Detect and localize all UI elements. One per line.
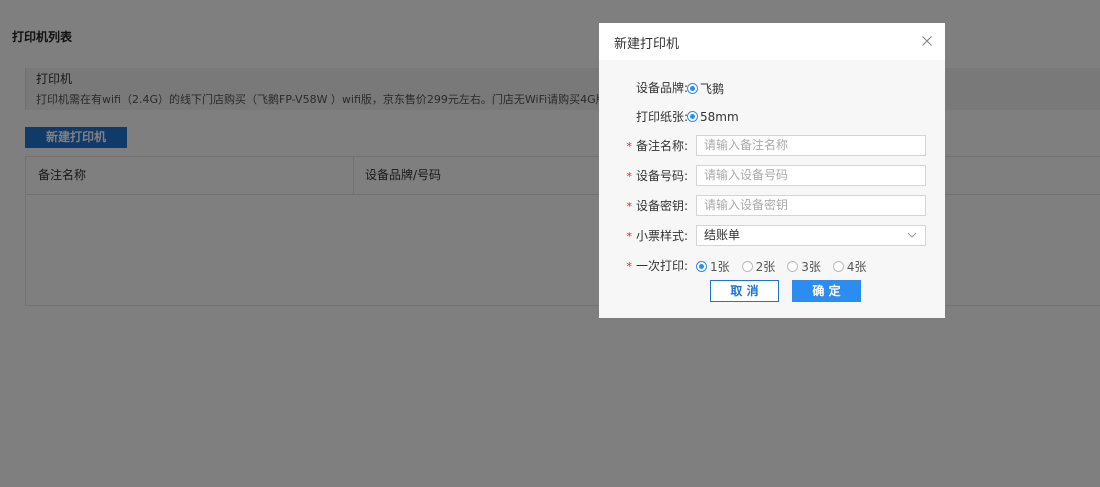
sn-label: * 设备号码: [626, 167, 688, 184]
sn-label-text: 设备号码: [635, 169, 688, 183]
key-input[interactable]: 请输入设备密钥 [696, 195, 926, 216]
copies-options: 1张 2张 3张 4张 [696, 258, 879, 275]
brand-radio[interactable]: 飞鹅 [687, 80, 724, 97]
style-label-text: 小票样式: [635, 229, 688, 243]
brand-value: 飞鹅 [700, 82, 725, 96]
key-row: * 设备密钥: 请输入设备密钥 [599, 194, 945, 216]
copies-option-2[interactable]: 2张 [741, 258, 776, 275]
radio-checked-icon [687, 111, 698, 122]
style-select[interactable]: 结账单 [696, 225, 926, 246]
name-input[interactable]: 请输入备注名称 [696, 135, 926, 156]
copies-option-4[interactable]: 4张 [832, 258, 867, 275]
key-label-text: 设备密钥: [635, 199, 688, 213]
sn-input[interactable]: 请输入设备号码 [696, 165, 926, 186]
close-icon[interactable] [919, 33, 935, 49]
paper-value: 58mm [700, 109, 739, 124]
brand-row: 设备品牌: 飞鹅 [599, 76, 945, 98]
style-value: 结账单 [704, 228, 741, 242]
required-mark: * [626, 260, 632, 273]
radio-checked-icon [687, 83, 698, 94]
copies-option-1[interactable]: 1张 [696, 258, 730, 275]
radio-unchecked-icon [787, 261, 799, 272]
name-label-text: 备注名称: [635, 139, 688, 153]
dialog-title: 新建打印机 [614, 37, 680, 52]
paper-row: 打印纸张: 58mm [599, 105, 945, 127]
key-label: * 设备密钥: [626, 197, 688, 214]
copies-row: * 一次打印: 1张 2张 3张 4张 [599, 254, 945, 276]
new-printer-dialog: 新建打印机 设备品牌: 飞鹅 打印纸张: 58mm * 备注名称: 请输入备注名称… [599, 23, 945, 318]
paper-label: 打印纸张: [635, 110, 688, 124]
style-row: * 小票样式: 结账单 [599, 224, 945, 246]
radio-unchecked-icon [832, 261, 844, 272]
dialog-body: 设备品牌: 飞鹅 打印纸张: 58mm * 备注名称: 请输入备注名称 * 设备号码… [599, 60, 945, 318]
copies-option-label: 2张 [755, 260, 776, 274]
required-mark: * [626, 230, 632, 243]
radio-unchecked-icon [741, 261, 753, 272]
copies-label-text: 一次打印: [635, 259, 688, 273]
copies-option-label: 4张 [846, 260, 867, 274]
copies-option-label: 3张 [801, 260, 821, 274]
required-mark: * [626, 170, 632, 183]
name-row: * 备注名称: 请输入备注名称 [599, 134, 945, 156]
copies-label: * 一次打印: [626, 257, 688, 274]
brand-label: 设备品牌: [635, 81, 688, 95]
radio-checked-icon [696, 261, 707, 272]
style-label: * 小票样式: [626, 227, 688, 244]
required-mark: * [626, 200, 632, 213]
copies-option-3[interactable]: 3张 [787, 258, 821, 275]
name-label: * 备注名称: [626, 137, 688, 154]
dialog-header: 新建打印机 [599, 23, 945, 61]
copies-option-label: 1张 [710, 260, 730, 274]
sn-row: * 设备号码: 请输入设备号码 [599, 164, 945, 186]
cancel-button[interactable]: 取 消 [710, 280, 779, 302]
chevron-down-icon [907, 232, 917, 238]
paper-radio[interactable]: 58mm [687, 109, 739, 124]
required-mark: * [626, 140, 632, 153]
confirm-button[interactable]: 确 定 [792, 280, 861, 302]
